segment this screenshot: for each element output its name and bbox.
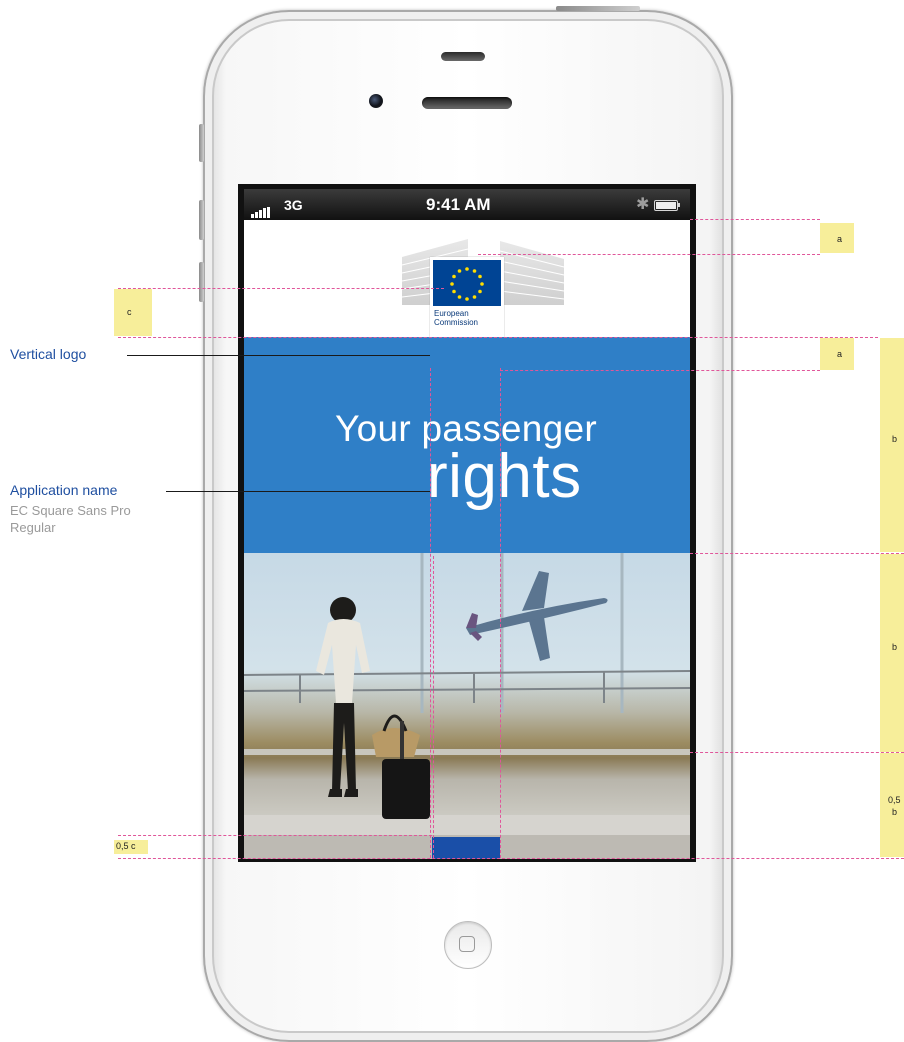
callout-font-name: EC Square Sans Pro Regular	[10, 502, 131, 536]
guide-line	[690, 553, 904, 554]
ec-vertical-logo: European Commission	[430, 257, 504, 337]
guide-line	[430, 368, 431, 858]
measure-tag-c: c	[114, 289, 152, 336]
airplane-icon	[466, 571, 608, 661]
battery-tip	[678, 203, 680, 207]
guide-line	[478, 254, 820, 255]
measure-tag-a: a	[820, 223, 854, 253]
app-screen: 3G 9:41 AM ✱ European Commission Your pa…	[244, 189, 690, 859]
home-button[interactable]	[444, 921, 492, 969]
front-camera-icon	[369, 94, 383, 108]
measure-tag-half-b: 0,5 b	[880, 753, 904, 857]
battery-icon	[654, 200, 678, 211]
measure-tag-half-c: 0,5 c	[114, 840, 148, 854]
guide-line	[690, 219, 820, 220]
signal-icon	[251, 200, 271, 218]
eu-flag-icon	[433, 260, 501, 306]
guide-line	[118, 835, 432, 836]
font-line-2: Regular	[10, 520, 56, 535]
earpiece-speaker	[422, 97, 512, 109]
sleep-button	[556, 6, 640, 11]
logo-line-1: European	[434, 309, 469, 318]
callout-pointer-line	[166, 491, 430, 492]
guide-line	[118, 858, 904, 859]
callout-pointer-line	[127, 355, 430, 356]
bottom-accent-bar	[432, 837, 500, 859]
volume-up-button	[199, 200, 204, 240]
airport-photo	[244, 553, 690, 859]
callout-vertical-logo: Vertical logo	[10, 346, 87, 362]
guide-line	[118, 337, 878, 338]
status-time: 9:41 AM	[426, 195, 491, 214]
mute-switch	[199, 124, 204, 162]
callout-application-name: Application name	[10, 482, 118, 498]
status-bar: 3G 9:41 AM ✱	[244, 189, 690, 220]
airport-scene-graphic	[244, 553, 690, 859]
font-line-1: EC Square Sans Pro	[10, 503, 131, 518]
bluetooth-icon: ✱	[636, 196, 650, 213]
measure-tag-b: b	[880, 338, 904, 552]
home-square-icon	[459, 936, 475, 952]
handbag	[372, 714, 430, 819]
guide-line	[500, 368, 501, 858]
volume-down-button	[199, 262, 204, 302]
ec-logo-text: European Commission	[434, 309, 478, 327]
logo-line-2: Commission	[434, 318, 479, 327]
traveller-silhouette	[316, 597, 370, 797]
measure-tag-a: a	[820, 338, 854, 370]
measure-tag-b: b	[880, 554, 904, 752]
app-title-line-2: rights	[427, 442, 582, 511]
battery-level	[656, 202, 676, 209]
top-notch	[441, 52, 485, 61]
guide-line	[118, 288, 444, 289]
guide-line	[433, 556, 434, 858]
network-label: 3G	[284, 197, 303, 213]
guide-line	[500, 370, 820, 371]
guide-line	[690, 752, 904, 753]
